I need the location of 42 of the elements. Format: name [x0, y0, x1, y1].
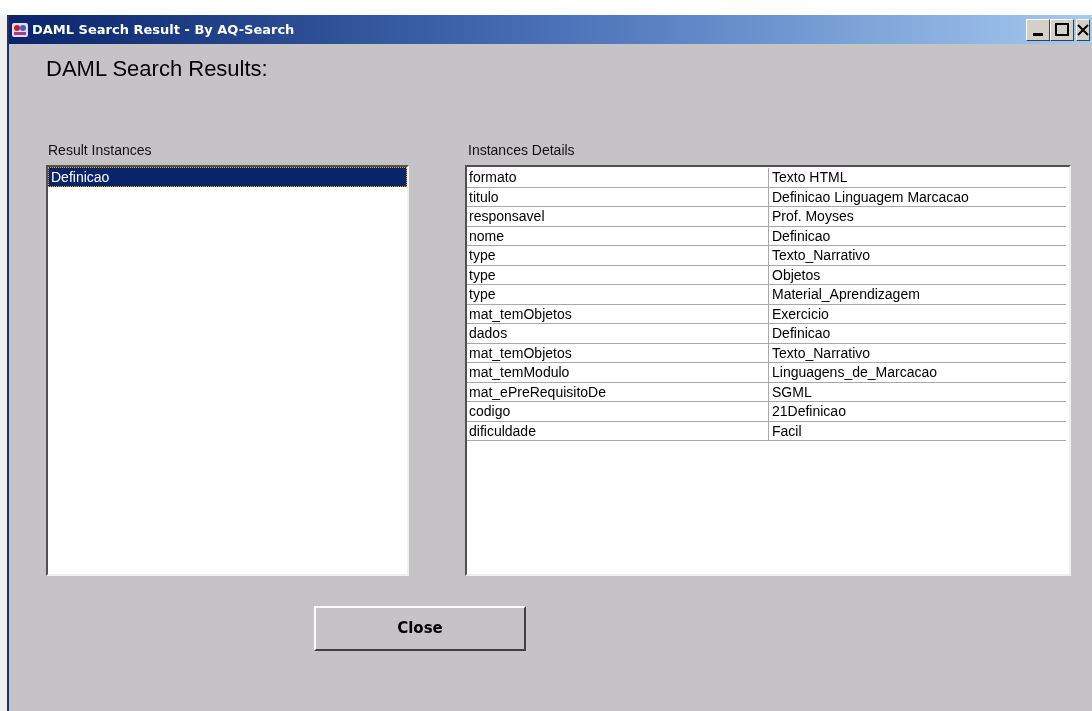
table-cell: nome [467, 226, 769, 245]
table-cell: responsavel [467, 207, 769, 226]
close-window-button[interactable] [1076, 18, 1090, 41]
list-item[interactable]: Definicao [48, 167, 407, 187]
section-label: Result Instances [47, 141, 153, 159]
maximize-icon [1055, 23, 1069, 36]
table-cell-text: Definicao [771, 324, 832, 343]
table-cell: type [467, 265, 769, 284]
maximize-button[interactable] [1050, 18, 1074, 41]
page-heading: DAML Search Results: [46, 55, 269, 83]
table-cell: titulo [467, 187, 769, 206]
minimize-icon [1033, 32, 1043, 36]
table-cell-text: Objetos [771, 265, 822, 284]
table-cell: type [467, 246, 769, 265]
table-cell-text: Texto_Narrativo [771, 246, 872, 265]
table-cell-text: Material_Aprendizagem [771, 285, 921, 304]
table-cell-text: SGML [771, 382, 813, 401]
window-title: DAML Search Result - By AQ-Search [32, 20, 295, 39]
table-cell-text: Texto_Narrativo [771, 343, 872, 362]
minimize-button[interactable] [1026, 18, 1050, 41]
table-cell-text: Texto HTML [771, 168, 849, 187]
table-cell: codigo [467, 402, 769, 421]
table-cell: mat_temModulo [467, 363, 769, 382]
close-icon [1077, 23, 1089, 36]
result-list[interactable]: Definicao [46, 165, 409, 576]
table-cell-text: Linguagens_de_Marcacao [771, 363, 938, 382]
table-cell-text: 21Definicao [771, 402, 847, 421]
table-cell: type [467, 285, 769, 304]
table-cell: formato [467, 168, 769, 187]
table-cell-text: Definicao [771, 226, 832, 245]
table-cell: dificuldade [467, 421, 769, 440]
table-cell-text: Facil [771, 421, 803, 440]
table-cell-text: Prof. Moyses [771, 207, 855, 226]
table-cell-text: Exercicio [771, 304, 830, 323]
table-cell: mat_ePreRequisitoDe [467, 382, 769, 401]
close-button[interactable]: Close [314, 606, 526, 651]
section-label: Instances Details [467, 141, 576, 159]
app-icon [11, 20, 29, 39]
table-cell: mat_temObjetos [467, 304, 769, 323]
table-cell-text: Definicao Linguagem Marcacao [771, 187, 970, 206]
table-cell: mat_temObjetos [467, 343, 769, 362]
table-cell: dados [467, 324, 769, 343]
